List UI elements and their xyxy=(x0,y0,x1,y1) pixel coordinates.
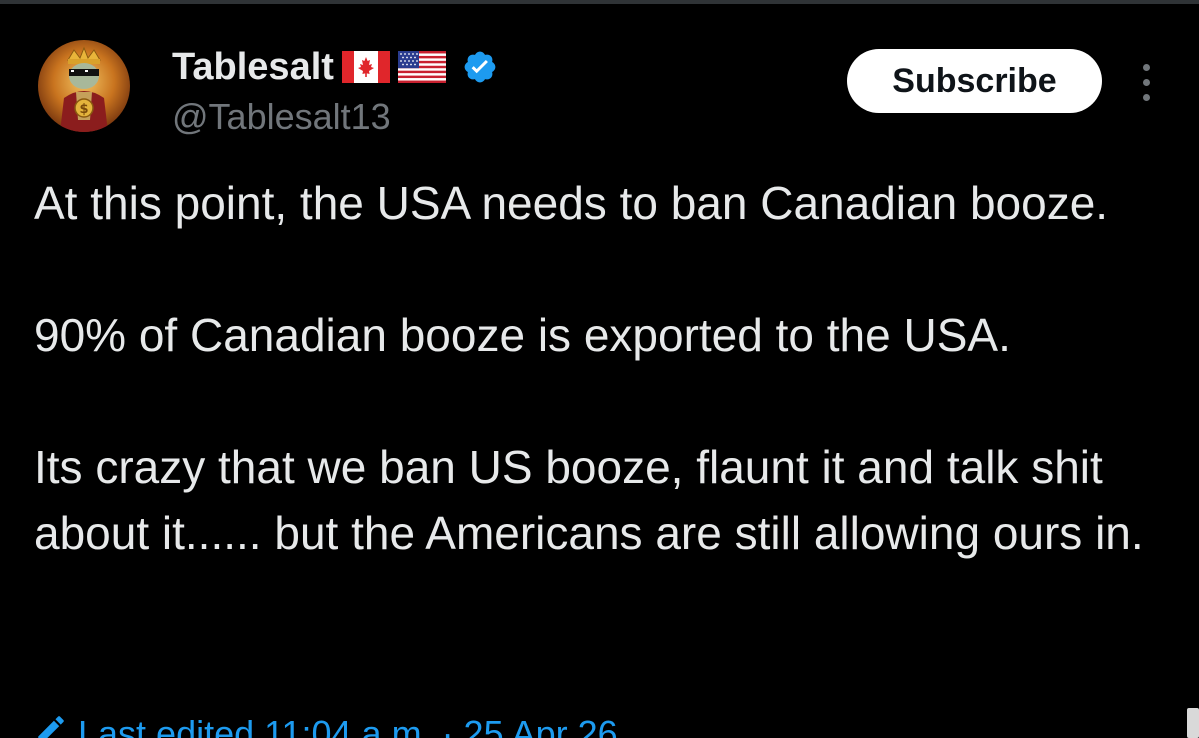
svg-text:$: $ xyxy=(79,102,88,117)
display-name[interactable]: Tablesalt xyxy=(172,46,334,89)
tweet-paragraph: 90% of Canadian booze is exported to the… xyxy=(34,309,1011,361)
usa-flag-icon xyxy=(397,51,446,83)
tweet-text: At this point, the USA needs to ban Cana… xyxy=(34,170,1164,566)
verified-badge-icon[interactable] xyxy=(462,49,498,85)
tweet-paragraph: At this point, the USA needs to ban Cana… xyxy=(34,177,1109,229)
more-vertical-icon xyxy=(1142,63,1150,71)
subscribe-button[interactable]: Subscribe xyxy=(847,49,1102,113)
canada-flag-icon xyxy=(341,51,390,83)
author-name-row: Tablesalt xyxy=(172,44,498,90)
last-edited-link[interactable]: Last edited 11:04 a.m. · 25 Apr 26 xyxy=(34,712,618,738)
tweet-paragraph: Its crazy that we ban US booze, flaunt i… xyxy=(34,441,1144,559)
scrollbar-thumb[interactable] xyxy=(1187,708,1199,738)
author-handle[interactable]: @Tablesalt13 xyxy=(172,96,391,138)
tweet-card: $ Tablesalt @Tablesalt13 Subscribe At th… xyxy=(0,0,1199,738)
more-options-button[interactable] xyxy=(1128,60,1164,104)
avatar-image: $ xyxy=(38,40,130,132)
avatar[interactable]: $ xyxy=(38,40,130,132)
last-edited-label: Last edited 11:04 a.m. · 25 Apr 26 xyxy=(78,712,618,738)
edit-pencil-icon xyxy=(34,712,68,738)
